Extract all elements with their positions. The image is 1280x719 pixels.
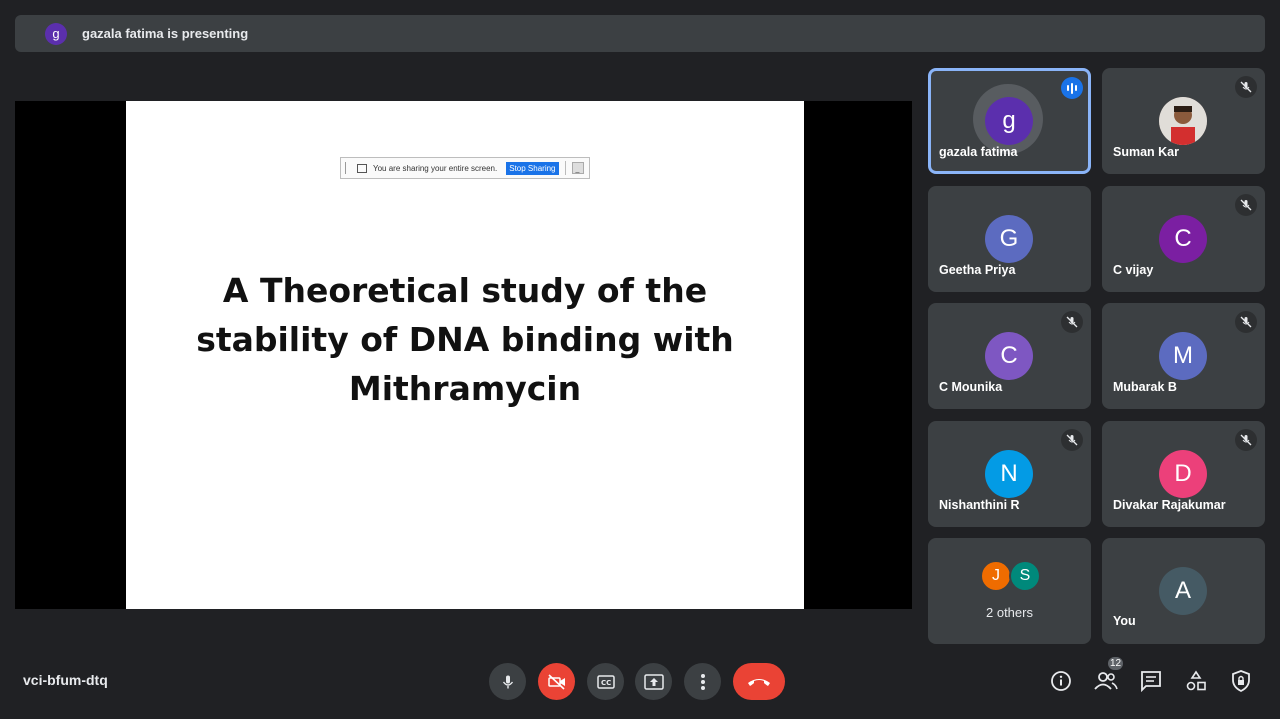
hide-button[interactable]: _ [571, 162, 584, 174]
participant-tile-others[interactable]: J S 2 others [928, 538, 1091, 644]
microphone-button[interactable] [489, 663, 526, 700]
slide-title: A Theoretical study of the stability of … [196, 271, 734, 408]
captions-icon: CC [596, 674, 615, 689]
participant-name: Suman Kar [1113, 145, 1179, 159]
chat-icon [1141, 671, 1161, 692]
presentation-slide: You are sharing your entire screen. Stop… [126, 101, 804, 609]
mic-off-icon [1235, 429, 1257, 451]
chat-button[interactable] [1138, 668, 1164, 694]
camera-off-icon [547, 673, 565, 690]
camera-toggle-button[interactable] [538, 663, 575, 700]
avatar: M [1159, 332, 1207, 380]
screen-share-bar: You are sharing your entire screen. Stop… [340, 157, 590, 179]
presentation-stage[interactable]: You are sharing your entire screen. Stop… [15, 101, 912, 609]
avatar: N [985, 450, 1033, 498]
activities-icon [1186, 670, 1206, 691]
meeting-details-button[interactable] [1048, 668, 1074, 694]
participant-name: Divakar Rajakumar [1113, 498, 1226, 512]
avatar: J [980, 560, 1012, 592]
meeting-code: vci-bfum-dtq [23, 672, 108, 688]
participant-name: Mubarak B [1113, 380, 1177, 394]
avatar: C [985, 332, 1033, 380]
avatar: g [985, 97, 1033, 145]
present-button[interactable] [635, 663, 672, 700]
participant-tile-suman-kar[interactable]: Suman Kar [1102, 68, 1265, 174]
participant-name: C vijay [1113, 263, 1154, 277]
participant-name: Geetha Priya [939, 263, 1016, 277]
participant-tile-geetha-priya[interactable]: G Geetha Priya [928, 186, 1091, 292]
mic-off-icon [1235, 76, 1257, 98]
participant-tile-self[interactable]: A You [1102, 538, 1265, 644]
mic-off-icon [1061, 311, 1083, 333]
participant-name: C Mounika [939, 380, 1003, 394]
stop-sharing-button[interactable]: Stop Sharing [506, 161, 559, 175]
more-options-button[interactable] [684, 663, 721, 700]
present-icon [643, 673, 664, 690]
people-icon [1094, 672, 1118, 690]
presenting-text: gazala fatima is presenting [82, 26, 249, 41]
participant-name: Nishanthini R [939, 498, 1020, 512]
avatar: G [985, 215, 1033, 263]
presenter-avatar: g [45, 22, 67, 45]
end-call-icon [748, 678, 770, 686]
avatar: S [1009, 560, 1041, 592]
participant-tile-gazala-fatima[interactable]: g gazala fatima [928, 68, 1091, 174]
others-avatars: J S [980, 560, 1041, 592]
participant-tile-divakar-rajakumar[interactable]: D Divakar Rajakumar [1102, 421, 1265, 527]
activities-button[interactable] [1183, 668, 1209, 694]
host-controls-button[interactable] [1228, 668, 1254, 694]
share-screen-icon [357, 163, 367, 173]
svg-text:CC: CC [601, 679, 611, 687]
share-bar-text: You are sharing your entire screen. [373, 163, 498, 173]
microphone-icon [502, 675, 513, 688]
participant-tile-mubarak-b[interactable]: M Mubarak B [1102, 303, 1265, 409]
end-call-button[interactable] [733, 663, 785, 700]
captions-button[interactable]: CC [587, 663, 624, 700]
others-label: 2 others [986, 605, 1033, 620]
participant-count-badge: 12 [1106, 655, 1125, 672]
participant-tile-nishanthini-r[interactable]: N Nishanthini R [928, 421, 1091, 527]
mic-off-icon [1235, 311, 1257, 333]
participant-tile-c-mounika[interactable]: C C Mounika [928, 303, 1091, 409]
avatar: C [1159, 215, 1207, 263]
divider [564, 161, 566, 175]
drag-grip-icon[interactable] [345, 162, 351, 174]
avatar: A [1159, 567, 1207, 615]
speaking-indicator-icon [1061, 77, 1083, 99]
avatar-photo [1159, 97, 1207, 145]
participant-name: gazala fatima [939, 145, 1018, 159]
more-options-icon [700, 673, 705, 690]
mic-off-icon [1061, 429, 1083, 451]
participant-name: You [1113, 614, 1136, 628]
mic-off-icon [1235, 194, 1257, 216]
participant-tile-c-vijay[interactable]: C C vijay [1102, 186, 1265, 292]
host-controls-icon [1232, 670, 1250, 692]
presenting-banner: g gazala fatima is presenting [15, 15, 1265, 52]
info-icon [1051, 671, 1071, 691]
avatar: D [1159, 450, 1207, 498]
